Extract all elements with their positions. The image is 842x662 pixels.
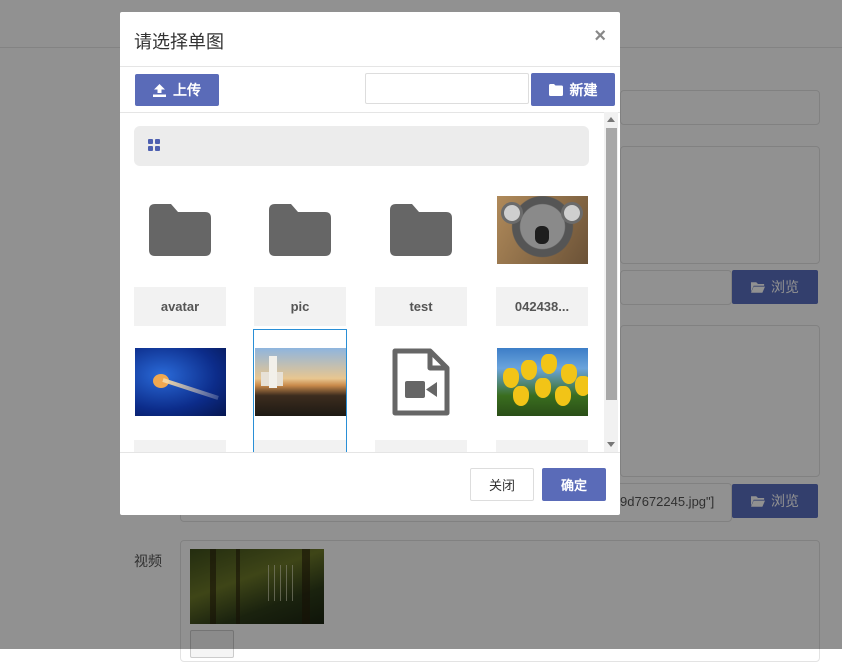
file-name	[254, 440, 346, 452]
file-name: test	[375, 287, 467, 326]
koala-image	[496, 196, 588, 264]
lighthouse-image	[254, 348, 346, 416]
upload-icon	[153, 83, 166, 97]
image-thumb	[134, 348, 226, 416]
confirm-button[interactable]: 确定	[542, 468, 606, 501]
breadcrumb	[134, 126, 589, 166]
lighthouse-tower	[268, 356, 277, 388]
file-name	[375, 440, 467, 452]
folder-icon	[548, 83, 563, 96]
image-thumb	[254, 348, 346, 416]
image-thumb	[496, 196, 588, 264]
folder-thumb	[134, 196, 226, 264]
close-button[interactable]: 关闭	[470, 468, 534, 501]
grid-view-icon[interactable]	[148, 139, 161, 152]
dialog-title: 请选择单图	[134, 32, 224, 52]
file-browser: avatar pic test 042438...	[120, 112, 620, 452]
jellyfish-tentacles	[161, 378, 219, 400]
scroll-thumb[interactable]	[606, 128, 617, 400]
folder-icon	[149, 204, 211, 256]
folder-icon	[269, 204, 331, 256]
scroll-down-arrow-icon[interactable]	[607, 442, 615, 447]
jellyfish-image	[134, 348, 226, 416]
folder-icon	[390, 204, 452, 256]
video-file-icon	[392, 348, 450, 416]
new-folder-button[interactable]: 新建	[531, 73, 615, 106]
file-name	[134, 440, 226, 452]
upload-button[interactable]: 上传	[135, 74, 219, 106]
folder-thumb	[254, 196, 346, 264]
file-name: pic	[254, 287, 346, 326]
koala-ear	[500, 202, 523, 224]
upload-label: 上传	[173, 82, 201, 98]
dialog-footer: 关闭 确定	[120, 452, 620, 515]
dialog-header: 请选择单图 ×	[120, 12, 620, 67]
dialog-toolbar: 上传 新建	[120, 67, 620, 113]
folder-thumb	[375, 196, 467, 264]
image-thumb	[496, 348, 588, 416]
scrollbar[interactable]	[604, 112, 618, 452]
select-image-dialog: 请选择单图 × 上传 新建 avatar pic test 042438... …	[120, 12, 620, 515]
file-name	[496, 440, 588, 452]
new-folder-input[interactable]	[365, 73, 529, 104]
new-folder-label: 新建	[569, 81, 598, 98]
tulips-image	[496, 348, 588, 416]
koala-ear	[560, 202, 583, 224]
video-file-thumb	[375, 348, 467, 416]
file-name: 042438...	[496, 287, 588, 326]
koala-nose	[534, 226, 549, 244]
file-name: avatar	[134, 287, 226, 326]
scroll-up-arrow-icon[interactable]	[607, 117, 615, 122]
close-icon[interactable]: ×	[594, 25, 606, 48]
